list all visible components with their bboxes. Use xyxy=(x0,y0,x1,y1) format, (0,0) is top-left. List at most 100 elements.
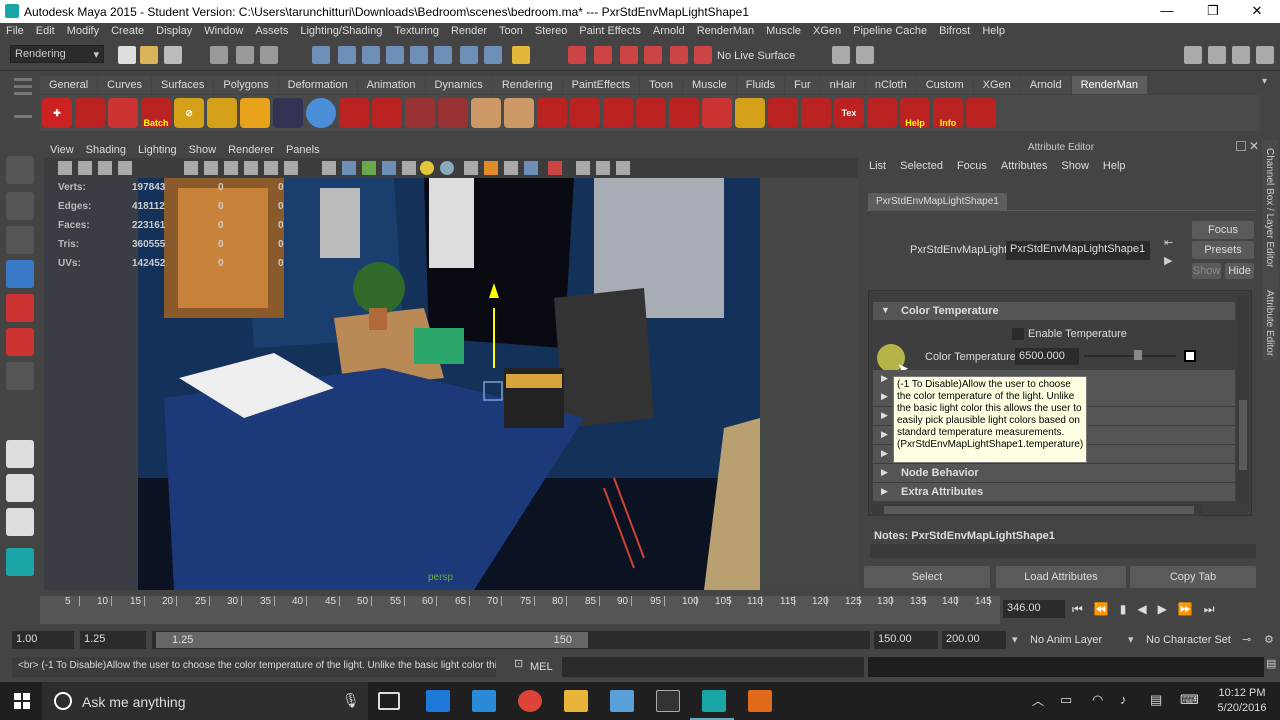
rename-icon[interactable] xyxy=(856,46,874,64)
menu-muscle[interactable]: Muscle xyxy=(760,23,807,39)
ambient-occlusion-icon[interactable] xyxy=(484,161,498,175)
batch-render-button[interactable]: Batch xyxy=(141,98,171,128)
play-forwards-icon[interactable]: ▶ xyxy=(1158,602,1178,616)
lock-icon[interactable] xyxy=(512,46,530,64)
maximize-button[interactable]: ❐ xyxy=(1190,0,1236,23)
ipr-icon[interactable] xyxy=(108,98,138,128)
wifi-icon[interactable]: ◠ xyxy=(1092,692,1103,708)
settings-icon[interactable] xyxy=(616,161,630,175)
info-button[interactable]: Info xyxy=(933,98,963,128)
wireframe-icon[interactable] xyxy=(322,161,336,175)
edge-browser-icon[interactable] xyxy=(426,690,450,712)
chrome-icon[interactable] xyxy=(518,690,542,712)
help-query-icon[interactable] xyxy=(484,46,502,64)
close-panel-icon[interactable]: ✕ xyxy=(1249,139,1259,153)
shelf-tab-custom[interactable]: Custom xyxy=(916,76,973,94)
shelf-tab-xgen[interactable]: XGen xyxy=(973,76,1020,94)
area-light-icon[interactable] xyxy=(372,98,402,128)
save-scene-icon[interactable] xyxy=(164,46,182,64)
menu-texturing[interactable]: Texturing xyxy=(388,23,445,39)
time-slider[interactable]: 5 10 15 20 25 30 35 40 45 50 55 60 65 70 75 80 85 90 95 100… xyxy=(0,592,1280,628)
shelf-tab-nhair[interactable]: nHair xyxy=(820,76,865,94)
anti-alias-icon[interactable] xyxy=(524,161,538,175)
open-scene-icon[interactable] xyxy=(140,46,158,64)
recorder-icon[interactable] xyxy=(748,690,772,712)
shelf-tab-polygons[interactable]: Polygons xyxy=(214,76,278,94)
menu-create[interactable]: Create xyxy=(105,23,150,39)
menu-paint-effects[interactable]: Paint Effects xyxy=(573,23,647,39)
material-icon[interactable] xyxy=(537,98,567,128)
wireframe-on-shaded-icon[interactable] xyxy=(362,161,376,175)
system-clock[interactable]: 10:12 PM 5/20/2016 xyxy=(1212,686,1272,716)
ae-menu-selected[interactable]: Selected xyxy=(893,160,950,172)
section-color-temperature[interactable]: ▼ Color Temperature xyxy=(873,302,1235,320)
current-frame-field[interactable]: 346.00 xyxy=(1003,600,1065,618)
bulb-icon[interactable] xyxy=(702,98,732,128)
menu-modify[interactable]: Modify xyxy=(61,23,105,39)
snap-surface-icon[interactable] xyxy=(410,46,428,64)
hypershade-icon[interactable] xyxy=(670,46,688,64)
internet-explorer-icon[interactable] xyxy=(472,690,496,712)
texture-icon[interactable] xyxy=(603,98,633,128)
slider-handle[interactable] xyxy=(1134,350,1142,360)
camera-icon[interactable] xyxy=(58,161,72,175)
menu-xgen[interactable]: XGen xyxy=(807,23,847,39)
viewport-menu-show[interactable]: Show xyxy=(183,142,223,158)
focus-button[interactable]: Focus xyxy=(1192,221,1254,239)
lock-camera-icon[interactable] xyxy=(78,161,92,175)
renderman-globals-icon[interactable]: ✚ xyxy=(42,98,72,128)
shelf-tab-general[interactable]: General xyxy=(40,76,98,94)
mel-label[interactable]: MEL xyxy=(530,661,553,673)
paint-select-icon[interactable] xyxy=(6,226,34,254)
play-backwards-icon[interactable]: ◀ xyxy=(1137,602,1157,616)
last-tool-icon[interactable] xyxy=(6,362,34,390)
character-set-dropdown[interactable]: No Character Set xyxy=(1146,634,1231,646)
shelf-tab-toon[interactable]: Toon xyxy=(640,76,682,94)
shelf-tab-ncloth[interactable]: nCloth xyxy=(865,76,916,94)
enable-temperature-checkbox[interactable] xyxy=(1012,328,1024,340)
attribute-editor-side-tab[interactable]: Attribute Editor xyxy=(1264,290,1275,356)
file-explorer-icon[interactable] xyxy=(564,690,588,712)
menu-assets[interactable]: Assets xyxy=(249,23,294,39)
windows-start-icon[interactable] xyxy=(14,693,30,709)
transform-icon[interactable] xyxy=(768,98,798,128)
single-pane-icon[interactable] xyxy=(6,440,34,468)
menu-help[interactable]: Help xyxy=(976,23,1011,39)
auto-key-icon[interactable]: ⊸ xyxy=(1242,633,1251,646)
script-editor-button-icon[interactable]: ▤ xyxy=(1266,657,1276,670)
snap-point-icon[interactable] xyxy=(362,46,380,64)
h-scrollbar-thumb[interactable] xyxy=(884,506,1194,514)
volume-icon[interactable]: ♪ xyxy=(1120,692,1127,707)
menu-bifrost[interactable]: Bifrost xyxy=(933,23,976,39)
env-light-icon[interactable] xyxy=(438,98,468,128)
shelf-tab-dynamics[interactable]: Dynamics xyxy=(425,76,492,94)
ae-menu-list[interactable]: List xyxy=(862,160,893,172)
gate-mask-icon[interactable] xyxy=(244,161,258,175)
field-chart-icon[interactable] xyxy=(264,161,278,175)
channel-box-icon[interactable] xyxy=(1256,46,1274,64)
epic-games-icon[interactable] xyxy=(656,690,680,712)
globe-icon[interactable] xyxy=(273,98,303,128)
modeling-toolkit-icon[interactable] xyxy=(1184,46,1202,64)
ae-menu-show[interactable]: Show xyxy=(1054,160,1096,172)
animation-start-field[interactable]: 1.00 xyxy=(12,631,74,649)
shelf-tab-surfaces[interactable]: Surfaces xyxy=(151,76,214,94)
shadows-icon[interactable] xyxy=(440,161,454,175)
task-view-icon[interactable] xyxy=(378,692,400,710)
checker-icon[interactable] xyxy=(402,161,416,175)
menu-file[interactable]: File xyxy=(0,23,30,39)
xray-joints-icon[interactable] xyxy=(596,161,610,175)
tool-settings-icon[interactable] xyxy=(1232,46,1250,64)
playback-end-field[interactable]: 150.00 xyxy=(874,631,938,649)
section-extra-attributes[interactable]: ▶ Extra Attributes xyxy=(873,483,1235,501)
shelf-tabs-chevron-icon[interactable]: ▾ xyxy=(1262,76,1267,87)
keyboard-icon[interactable]: ⌨ xyxy=(1180,692,1199,708)
anim-layer-dropdown[interactable]: No Anim Layer xyxy=(1030,634,1102,646)
infinity-icon[interactable] xyxy=(867,98,897,128)
hud-cube-icon[interactable] xyxy=(576,161,590,175)
render-view-icon[interactable] xyxy=(568,46,586,64)
menu-toon[interactable]: Toon xyxy=(493,23,529,39)
shader-icon[interactable] xyxy=(570,98,600,128)
ae-menu-attributes[interactable]: Attributes xyxy=(994,160,1054,172)
animation-end-field[interactable]: 200.00 xyxy=(942,631,1006,649)
